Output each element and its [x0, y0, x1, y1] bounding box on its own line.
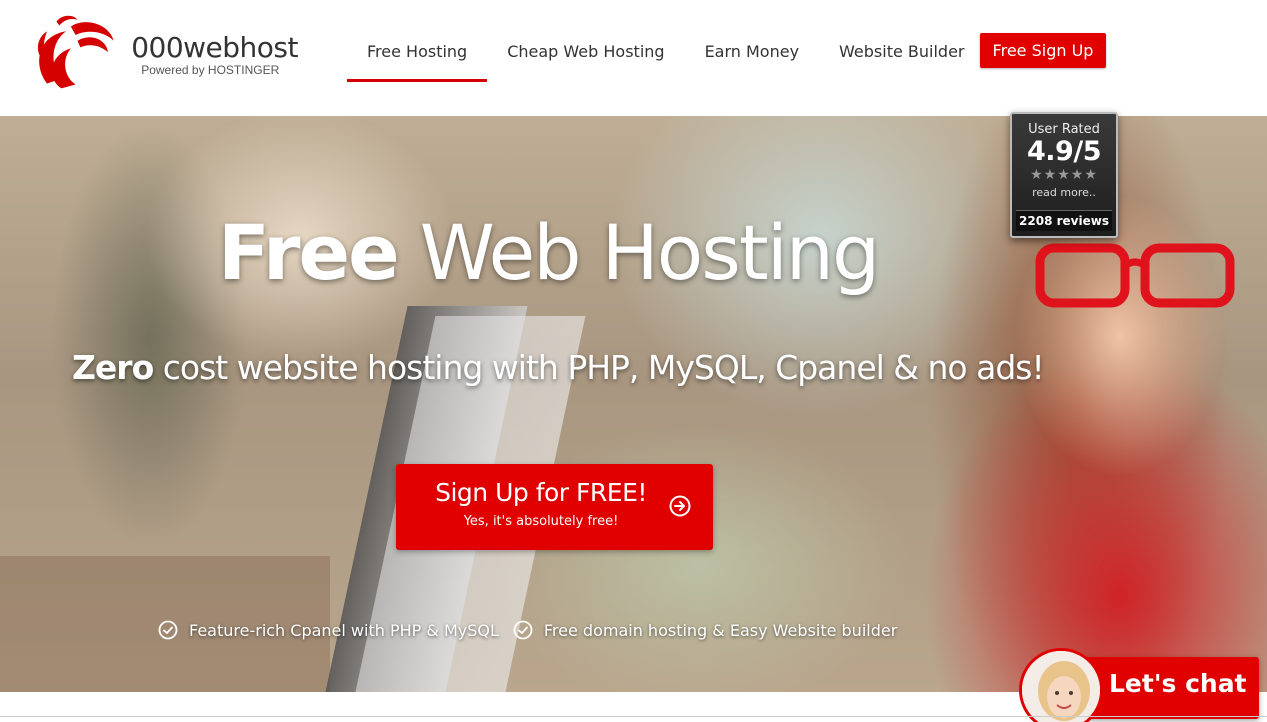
red-glasses-image	[1035, 243, 1235, 308]
hero-title: Free Web Hosting	[218, 208, 880, 297]
feature-text: Feature-rich Cpanel with PHP & MySQL	[189, 620, 499, 640]
hero-subtitle-bold: Zero	[72, 348, 154, 387]
rating-label: User Rated	[1028, 122, 1100, 137]
user-rating-badge[interactable]: User Rated 4.9/5 ★★★★★ read more.. 2208 …	[1010, 112, 1118, 238]
hero-subtitle-rest: cost website hosting with PHP, MySQL, Cp…	[162, 348, 1045, 387]
nav-earn-money[interactable]: Earn Money	[685, 30, 819, 82]
agent-face-icon	[1022, 651, 1100, 722]
hero-title-light: Web Hosting	[419, 208, 880, 297]
feature-list: Feature-rich Cpanel with PHP & MySQL Fre…	[158, 620, 911, 640]
lets-chat-widget[interactable]: Let's chat	[1017, 645, 1267, 722]
site-header: 000webhost Powered by HOSTINGER Free Hos…	[0, 0, 1267, 116]
sign-up-free-button[interactable]: Sign Up for FREE! Yes, it's absolutely f…	[396, 464, 713, 550]
logo-tagline: Powered by HOSTINGER	[141, 63, 280, 77]
chat-label: Let's chat	[1109, 669, 1247, 698]
nav-free-hosting[interactable]: Free Hosting	[347, 30, 488, 82]
feature-text: Free domain hosting & Easy Website build…	[543, 620, 898, 640]
check-circle-icon	[513, 620, 533, 640]
feature-item: Feature-rich Cpanel with PHP & MySQL	[158, 620, 499, 640]
hero-title-bold: Free	[218, 208, 400, 297]
rating-stars-icon: ★★★★★	[1030, 167, 1098, 183]
rating-review-count: 2208 reviews	[1016, 210, 1112, 231]
logo-text: 000webhost Powered by HOSTINGER	[131, 31, 298, 78]
feature-item: Free domain hosting & Easy Website build…	[513, 620, 897, 640]
free-sign-up-button[interactable]: Free Sign Up	[980, 33, 1106, 68]
cta-main-label: Sign Up for FREE!	[435, 478, 647, 507]
cta-sub-label: Yes, it's absolutely free!	[463, 514, 619, 529]
nav-cheap-web-hosting[interactable]: Cheap Web Hosting	[487, 30, 684, 82]
swirl-logo-icon	[37, 15, 114, 89]
rating-read-more-link[interactable]: read more..	[1012, 186, 1116, 199]
section-divider	[0, 716, 1267, 717]
chat-agent-avatar	[1019, 648, 1103, 722]
hero-subtitle: Zero cost website hosting with PHP, MySQ…	[72, 348, 1045, 387]
site-logo[interactable]: 000webhost Powered by HOSTINGER	[28, 10, 298, 100]
logo-name: 000webhost	[131, 31, 298, 64]
rating-score: 4.9/5	[1027, 136, 1101, 167]
main-nav: Free Hosting Cheap Web Hosting Earn Mone…	[347, 30, 985, 82]
nav-website-builder[interactable]: Website Builder	[819, 30, 984, 82]
arrow-circle-right-icon	[669, 495, 691, 517]
check-circle-icon	[158, 620, 178, 640]
